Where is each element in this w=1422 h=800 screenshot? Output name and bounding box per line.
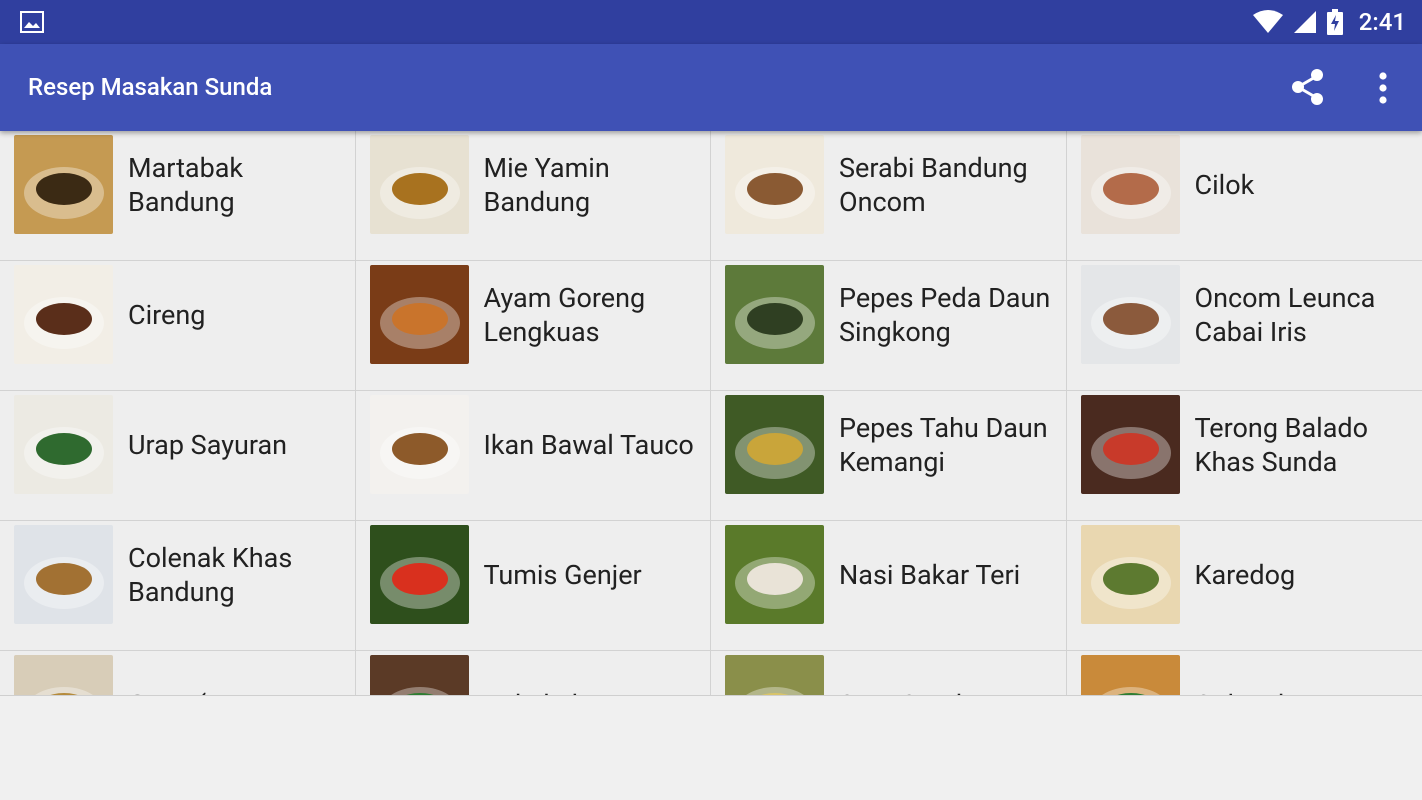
- recipe-card[interactable]: Urap Sayuran: [0, 391, 356, 521]
- recipe-name: Cireng: [128, 298, 206, 331]
- recipe-name: Urap Sayuran: [128, 428, 288, 461]
- recipe-card[interactable]: Ayam Goreng Lengkuas: [355, 261, 711, 391]
- recipe-card[interactable]: Tumis Genjer: [355, 521, 711, 651]
- recipe-card[interactable]: Colenak: [1066, 651, 1422, 697]
- recipe-card[interactable]: Bakakak: [355, 651, 711, 697]
- recipe-thumbnail: [369, 135, 469, 234]
- share-icon[interactable]: [1290, 68, 1326, 106]
- cellular-signal-icon: [1293, 11, 1316, 33]
- recipe-thumbnail: [1080, 135, 1180, 234]
- recipe-name: Colenak: [1195, 655, 1411, 697]
- recipe-card[interactable]: Mie Yamin Bandung: [355, 131, 711, 261]
- recipe-thumbnail: [369, 655, 469, 696]
- recipe-name: Colenak Khas Bandung: [128, 541, 293, 608]
- recipe-name: Tumis Genjer: [483, 558, 642, 591]
- more-vert-icon[interactable]: [1370, 70, 1396, 106]
- recipe-name: Soto Sunda: [839, 655, 1054, 697]
- status-bar: 2:41: [0, 0, 1422, 44]
- recipe-thumbnail: [14, 135, 113, 234]
- recipe-thumbnail: [1080, 525, 1180, 624]
- recipe-thumbnail: [725, 135, 824, 234]
- status-time: 2:41: [1358, 8, 1406, 36]
- grid-bottom-divider: [0, 695, 1422, 696]
- recipe-name: Oncom Leunca Cabai Iris: [1194, 281, 1376, 348]
- recipe-card[interactable]: Oncom Leunca Cabai Iris: [1066, 261, 1422, 391]
- recipe-name: Bakakak: [484, 655, 699, 697]
- recipe-card[interactable]: Colenak Khas Bandung: [0, 521, 356, 651]
- recipe-thumbnail: [369, 395, 469, 494]
- wifi-icon: [1252, 10, 1283, 33]
- recipe-name: Pepes Peda Daun Singkong: [839, 281, 1051, 348]
- recipe-name: Ikan Bawal Tauco: [483, 428, 694, 461]
- recipe-card[interactable]: Ikan Bawal Tauco: [355, 391, 711, 521]
- recipe-card[interactable]: Karedog: [1066, 521, 1422, 651]
- recipe-name: Terong Balado Khas Sunda: [1194, 411, 1369, 478]
- image-icon: [20, 11, 44, 33]
- recipe-card[interactable]: Martabak Bandung: [0, 131, 356, 261]
- recipe-name: Geco (Tauge: [128, 655, 343, 697]
- recipe-thumbnail: [369, 525, 469, 624]
- recipe-card[interactable]: Cireng: [0, 261, 356, 391]
- recipe-name: Mie Yamin Bandung: [483, 151, 610, 218]
- recipe-thumbnail: [725, 525, 824, 624]
- recipe-thumbnail: [14, 265, 113, 364]
- recipe-name: Pepes Tahu Daun Kemangi: [839, 411, 1048, 478]
- recipe-thumbnail: [725, 265, 824, 364]
- battery-charging-icon: [1326, 9, 1343, 35]
- recipe-thumbnail: [1080, 265, 1180, 364]
- recipe-name: Martabak Bandung: [128, 151, 244, 218]
- recipe-thumbnail: [14, 525, 113, 624]
- recipe-thumbnail: [1080, 395, 1180, 494]
- recipe-card[interactable]: Terong Balado Khas Sunda: [1066, 391, 1422, 521]
- recipe-thumbnail: [725, 395, 824, 494]
- recipe-name: Karedog: [1194, 558, 1296, 591]
- recipe-name: Serabi Bandung Oncom: [839, 151, 1028, 218]
- recipe-card[interactable]: Serabi Bandung Oncom: [711, 131, 1067, 261]
- recipe-card[interactable]: Cilok: [1066, 131, 1422, 261]
- recipe-thumbnail: [725, 655, 824, 696]
- app-title: Resep Masakan Sunda: [28, 73, 273, 101]
- recipe-name: Cilok: [1194, 168, 1255, 201]
- recipe-card[interactable]: Pepes Peda Daun Singkong: [711, 261, 1067, 391]
- app-bar: Resep Masakan Sunda: [0, 44, 1422, 131]
- recipe-card[interactable]: Geco (Tauge: [0, 651, 356, 696]
- recipe-card[interactable]: Pepes Tahu Daun Kemangi: [711, 391, 1067, 521]
- recipe-name: Nasi Bakar Teri: [839, 558, 1021, 591]
- recipe-card[interactable]: Soto Sunda: [711, 651, 1067, 696]
- recipe-card[interactable]: Nasi Bakar Teri: [711, 521, 1067, 651]
- recipe-name: Ayam Goreng Lengkuas: [483, 281, 646, 348]
- recipe-thumbnail: [1080, 655, 1180, 696]
- recipe-grid: Martabak Bandung Mie Yamin Bandung Serabi …: [0, 131, 1422, 696]
- recipe-thumbnail: [14, 395, 113, 494]
- recipe-thumbnail: [369, 265, 469, 364]
- recipe-thumbnail: [14, 655, 113, 696]
